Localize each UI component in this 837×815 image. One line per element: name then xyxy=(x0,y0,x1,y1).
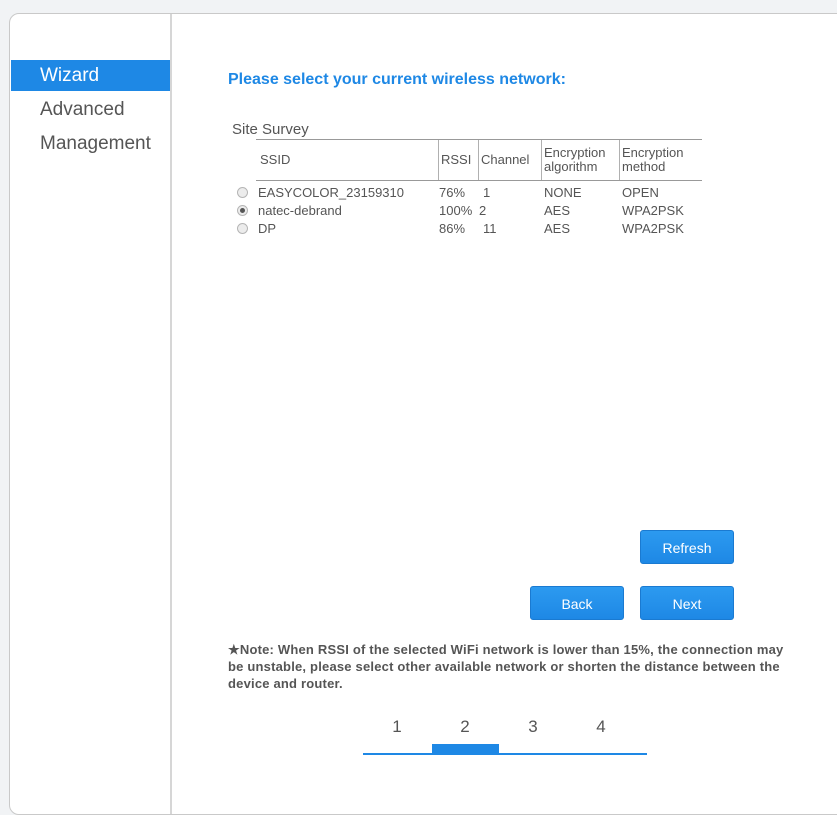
wizard-step-indicator: 1 2 3 4 xyxy=(363,717,647,757)
row-encryption-algorithm: AES xyxy=(544,203,571,218)
row-ssid: EASYCOLOR_23159310 xyxy=(258,185,404,200)
row-rssi: 86% xyxy=(439,221,466,236)
main-window: Wizard Advanced Management Please select… xyxy=(9,13,837,815)
table-header: SSID RSSI Channel Encryption algorithm E… xyxy=(256,139,702,181)
row-rssi: 100% xyxy=(439,203,473,218)
next-button[interactable]: Next xyxy=(640,586,734,620)
row-channel: 1 xyxy=(483,185,491,200)
refresh-button[interactable]: Refresh xyxy=(640,530,734,564)
row-channel: 11 xyxy=(483,221,497,236)
step-4[interactable]: 4 xyxy=(591,717,611,737)
table-row[interactable]: EASYCOLOR_23159310 76% 1 NONE OPEN xyxy=(235,184,702,202)
row-encryption-method: WPA2PSK xyxy=(622,203,684,218)
sidebar-item-advanced[interactable]: Advanced xyxy=(11,94,170,125)
site-survey-label: Site Survey xyxy=(232,121,309,138)
row-encryption-method: OPEN xyxy=(622,185,659,200)
wizard-content: Please select your current wireless netw… xyxy=(171,14,837,814)
col-encryption-method-header: Encryption method xyxy=(619,140,699,180)
step-2[interactable]: 2 xyxy=(455,717,475,737)
row-ssid: DP xyxy=(258,221,277,236)
sidebar-item-wizard[interactable]: Wizard xyxy=(11,60,170,91)
step-1[interactable]: 1 xyxy=(387,717,407,737)
col-rssi-header: RSSI xyxy=(438,140,478,180)
row-ssid: natec-debrand xyxy=(258,203,342,218)
sidebar-item-management[interactable]: Management xyxy=(11,128,170,159)
table-row[interactable]: DP 86% 11 AES WPA2PSK xyxy=(235,220,702,238)
network-radio-selected[interactable] xyxy=(237,205,248,216)
row-encryption-method: WPA2PSK xyxy=(622,221,684,236)
page-title: Please select your current wireless netw… xyxy=(228,71,566,88)
col-ssid-header: SSID xyxy=(260,152,291,167)
row-encryption-algorithm: AES xyxy=(544,221,571,236)
network-radio[interactable] xyxy=(237,187,248,198)
step-progress-line xyxy=(363,753,647,755)
row-channel: 2 xyxy=(479,203,487,218)
network-radio[interactable] xyxy=(237,223,248,234)
rssi-note: ★Note: When RSSI of the selected WiFi ne… xyxy=(228,642,784,691)
site-survey-table: SSID RSSI Channel Encryption algorithm E… xyxy=(235,139,702,238)
back-button[interactable]: Back xyxy=(530,586,624,620)
step-3[interactable]: 3 xyxy=(523,717,543,737)
table-row[interactable]: natec-debrand 100% 2 AES WPA2PSK xyxy=(235,202,702,220)
sidebar: Wizard Advanced Management xyxy=(10,14,172,814)
col-encryption-algorithm-header: Encryption algorithm xyxy=(541,140,619,180)
col-channel-header: Channel xyxy=(478,140,540,180)
row-encryption-algorithm: NONE xyxy=(544,185,582,200)
row-rssi: 76% xyxy=(439,185,466,200)
